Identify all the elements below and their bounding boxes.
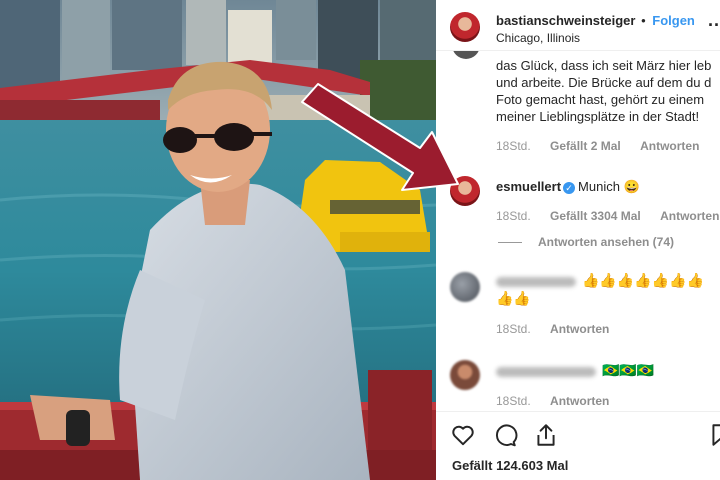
- reply-button[interactable]: Antworten: [640, 139, 699, 153]
- comment-text-line: meiner Lieblingsplätze in der Stadt!: [496, 109, 700, 124]
- post-header: bastianschweinsteiger • Folgen Chicago, …: [436, 0, 720, 51]
- comments-list: das Glück, dass ich seit März hier leb u…: [436, 51, 720, 411]
- comment-time[interactable]: 18Std.: [496, 394, 531, 408]
- reply-button[interactable]: Antworten: [550, 322, 609, 336]
- comment-meta: 18Std. Gefällt 2 Mal Antworten: [496, 139, 715, 153]
- reply-button[interactable]: Antworten: [660, 209, 719, 223]
- more-options-icon[interactable]: ...: [708, 10, 720, 31]
- comment-icon[interactable]: [492, 422, 518, 448]
- comment-meta: 18Std. Antworten: [496, 394, 625, 408]
- comment-text: 🇧🇷🇧🇷🇧🇷: [602, 362, 655, 378]
- comment-meta: 18Std. Antworten: [496, 322, 625, 336]
- view-replies-button[interactable]: Antworten ansehen (74): [498, 235, 674, 249]
- view-replies-label: Antworten ansehen (74): [538, 235, 675, 249]
- comment-time[interactable]: 18Std.: [496, 139, 531, 153]
- commenter-username-blurred[interactable]: [496, 366, 596, 377]
- comment: 👍👍👍👍👍👍👍: [496, 272, 704, 289]
- header-separator: •: [641, 13, 646, 28]
- comment-text: 👍👍: [496, 290, 531, 306]
- author-avatar[interactable]: [450, 12, 480, 42]
- post-sidebar: bastianschweinsteiger • Folgen Chicago, …: [436, 0, 720, 480]
- commenter-username[interactable]: esmuellert: [496, 179, 561, 194]
- comment: 🇧🇷🇧🇷🇧🇷: [496, 362, 654, 379]
- reply-button[interactable]: Antworten: [550, 394, 609, 408]
- comment-time[interactable]: 18Std.: [496, 209, 531, 223]
- comment-likes[interactable]: Gefällt 3304 Mal: [550, 209, 641, 223]
- commenter-avatar[interactable]: [450, 360, 480, 390]
- comment-time[interactable]: 18Std.: [496, 322, 531, 336]
- author-username[interactable]: bastianschweinsteiger: [496, 13, 635, 28]
- owner-avatar[interactable]: [452, 51, 480, 59]
- heart-icon[interactable]: [450, 422, 476, 448]
- post-likes-count[interactable]: Gefällt 124.603 Mal: [452, 458, 568, 473]
- share-icon[interactable]: [533, 422, 559, 448]
- post-photo[interactable]: [0, 0, 436, 480]
- comment-likes[interactable]: Gefällt 2 Mal: [550, 139, 621, 153]
- commenter-avatar[interactable]: [450, 272, 480, 302]
- replies-divider: [498, 242, 522, 244]
- post-actions: Gefällt 124.603 Mal: [436, 411, 720, 480]
- post-location[interactable]: Chicago, Illinois: [496, 31, 580, 45]
- comment-text-line: und arbeite. Die Brücke auf dem du d: [496, 75, 712, 90]
- comment-meta: 18Std. Gefällt 3304 Mal Antworten: [496, 209, 720, 223]
- comment-text-line: Foto gemacht hast, gehört zu einem: [496, 92, 705, 107]
- commenter-avatar[interactable]: [450, 176, 480, 206]
- comment-text: 👍👍👍👍👍👍👍: [582, 272, 705, 288]
- follow-button[interactable]: Folgen: [652, 13, 695, 28]
- comment-text-line: das Glück, dass ich seit März hier leb: [496, 58, 712, 73]
- comment: esmuellert ✓ Munich 😀: [496, 178, 640, 195]
- bookmark-icon[interactable]: [708, 422, 720, 448]
- commenter-username-blurred[interactable]: [496, 276, 576, 287]
- verified-badge-icon: ✓: [563, 182, 576, 194]
- comment-text-line: 👍👍: [496, 290, 531, 307]
- comment-text: Munich 😀: [578, 179, 640, 194]
